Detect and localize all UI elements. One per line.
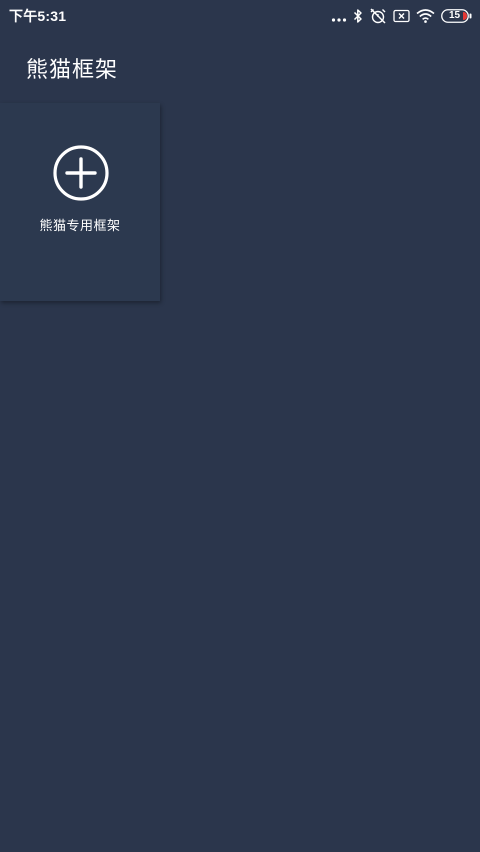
page-title: 熊猫框架 [26,58,119,83]
alarm-off-icon [369,8,387,24]
sim-x-icon [393,9,410,23]
battery-level: 15 [448,10,461,21]
status-bar: 下午5:31 15 [0,0,480,32]
framework-tile[interactable]: 熊猫专用框架 [0,103,160,301]
wifi-icon [416,9,435,23]
bluetooth-icon [353,8,363,24]
battery-icon: 15 [441,9,472,23]
status-icons: 15 [331,8,472,24]
more-dots-icon [331,9,347,23]
status-time: 下午5:31 [9,8,67,24]
tile-label: 熊猫专用框架 [39,219,121,234]
add-circle-icon [52,144,110,202]
